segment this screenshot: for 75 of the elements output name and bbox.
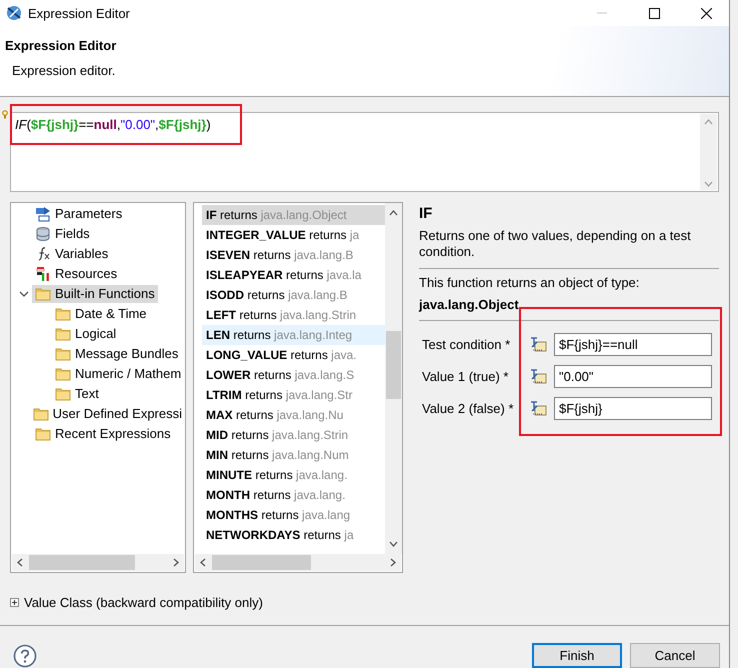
dialog-button[interactable]: Cancel [630,643,720,668]
folder-icon [35,426,51,442]
folder-icon [55,326,71,342]
function-item[interactable]: MIN returns java.lang.Num [202,444,385,465]
scroll-up-icon[interactable] [390,210,398,216]
tree-item[interactable]: Logical [52,324,120,343]
parameter-label: Value 2 (false) * [422,400,515,416]
parameter-label: Test condition * [422,336,512,352]
function-description: Returns one of two values, depending on a test condition. [419,228,692,260]
return-type-label: This function returns an object of type: [419,274,640,290]
expression-picker-icon[interactable] [529,399,547,418]
horizontal-scrollbar[interactable] [12,554,184,572]
tree-item[interactable]: Resources [32,264,120,283]
tree-item[interactable]: User Defined Expressi [30,404,185,423]
function-item[interactable]: MID returns java.lang.Strin [202,424,385,445]
dialog-button[interactable]: Finish [532,643,622,668]
return-type: java.lang.Object [419,296,520,312]
function-item[interactable]: IF returns java.lang.Object [202,204,385,225]
expand-icon[interactable] [10,598,19,608]
flags-icon [35,266,51,282]
database-icon [35,226,51,242]
scroll-down-icon[interactable] [390,542,398,548]
function-item[interactable]: LOWER returns java.lang.S [202,364,385,385]
function-item[interactable]: ISLEAPYEAR returns java.la [202,264,385,285]
tree-item[interactable]: Built-in Functions [32,284,158,303]
function-item[interactable]: INTEGER_VALUE returns ja [202,224,385,245]
tree-item[interactable]: Numeric / Mathem [52,364,184,383]
lightbulb-icon [2,110,8,119]
tree-item[interactable]: Date & Time [52,304,150,323]
function-item[interactable]: LONG_VALUE returns java. [202,344,385,365]
function-item[interactable]: NETWORKDAYS returns ja [202,524,385,545]
folder-icon [55,366,71,382]
function-item[interactable]: ISEVEN returns java.lang.B [202,244,385,265]
tree-item[interactable]: Message Bundles [52,344,182,363]
parameter-field[interactable]: $F{jshj} [554,396,712,420]
function-item[interactable]: MONTH returns java.lang. [202,484,385,505]
tree-item[interactable]: Recent Expressions [32,424,174,443]
scroll-thumb[interactable] [212,555,311,570]
expression-text: IF($F{jshj}==null,"0.00",$F{jshj}) [15,116,211,132]
app-icon [6,5,22,21]
expression-picker-icon[interactable] [529,367,547,386]
tree-item[interactable]: Parameters [32,204,126,223]
tree-item[interactable]: Variables [32,244,112,263]
tree-item[interactable]: Fields [32,224,93,243]
folder-icon [55,346,71,362]
function-item[interactable]: LTRIM returns java.lang.Str [202,384,385,405]
folder-icon [32,406,49,422]
maximize-icon[interactable] [648,8,660,18]
help-icon[interactable] [13,644,37,668]
parameter-label: Value 1 (true) * [422,368,510,384]
parameters-icon [35,206,51,222]
horizontal-scrollbar[interactable] [195,554,401,572]
folder-icon [35,286,51,302]
parameter-field[interactable]: "0.00" [554,364,712,388]
close-icon[interactable] [700,8,712,18]
section-label[interactable]: Value Class (backward compatibility only) [24,595,263,610]
expression-picker-icon[interactable] [529,335,547,354]
scroll-thumb[interactable] [29,555,135,570]
scroll-thumb[interactable] [386,330,401,399]
window-title: Expression Editor [28,6,131,20]
function-item[interactable]: MINUTE returns java.lang. [202,464,385,485]
function-title: IF [419,204,434,222]
function-item[interactable]: MONTHS returns java.lang [202,504,385,525]
function-item[interactable]: ISODD returns java.lang.B [202,284,385,305]
folder-icon [55,386,71,402]
tree-item[interactable]: Text [52,384,102,403]
function-item[interactable]: LEFT returns java.lang.Strin [202,304,385,325]
folder-icon [55,306,71,322]
expression-editor[interactable]: IF($F{jshj}==null,"0.00",$F{jshj}) [10,112,719,192]
dialog-description: Expression editor. [12,63,116,78]
function-item[interactable]: LEN returns java.lang.Integ [202,324,385,345]
parameter-field[interactable]: $F{jshj}==null [554,332,712,356]
dialog-heading: Expression Editor [5,38,118,53]
function-item[interactable]: MAX returns java.lang.Nu [202,404,385,425]
vertical-scrollbar[interactable] [385,202,402,554]
